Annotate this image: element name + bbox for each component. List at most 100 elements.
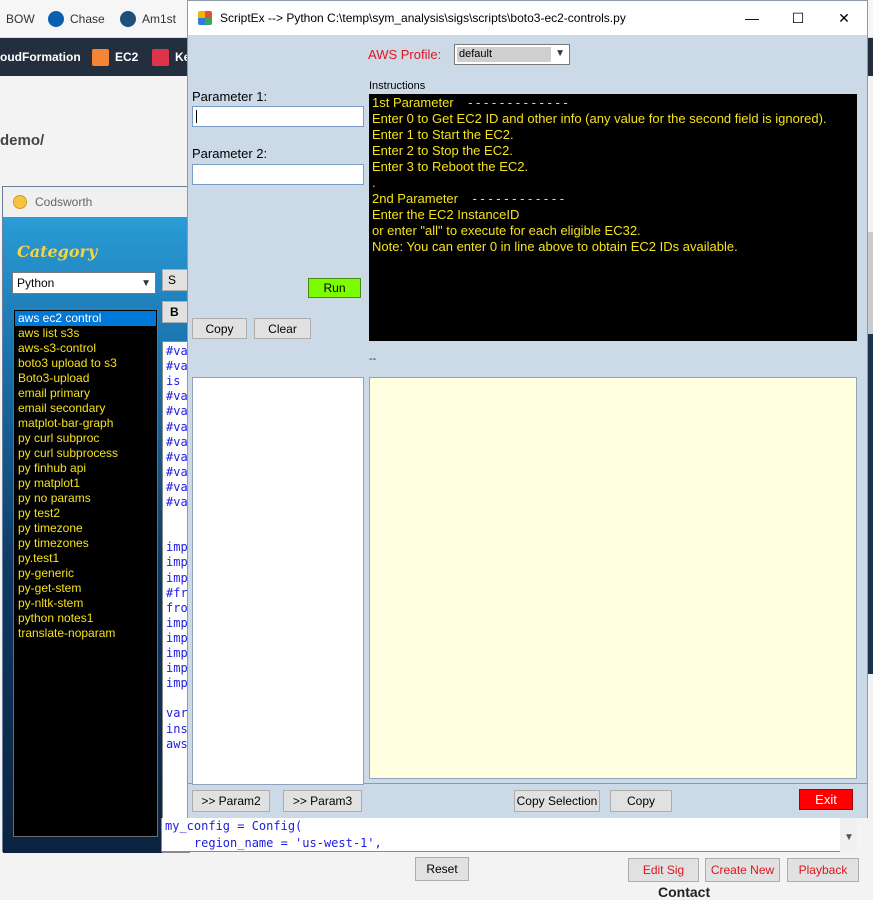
instruction-line: 1st Parameter - - - - - - - - - - - - -	[372, 95, 568, 110]
playback-label: Playback	[798, 863, 848, 877]
nav-ec2[interactable]: EC2	[92, 48, 138, 66]
playback-button[interactable]: Playback	[787, 858, 859, 882]
bookmark-label: Chase	[70, 12, 105, 26]
code-line: #fr	[166, 585, 188, 600]
script-list-item[interactable]: matplot-bar-graph	[15, 416, 156, 431]
run-button[interactable]: Run	[308, 278, 361, 298]
category-value: Python	[17, 276, 55, 290]
copy-output-button[interactable]: Copy	[610, 790, 672, 812]
code-editor-visible-lines[interactable]: my_config = Config( region_name = 'us-we…	[161, 818, 857, 852]
code-line: #va	[166, 495, 188, 509]
script-list-item[interactable]: py curl subproc	[15, 431, 156, 446]
script-list-item[interactable]: Boto3-upload	[15, 371, 156, 386]
nav-cloudformation[interactable]: oudFormation	[0, 48, 81, 66]
side-button-b[interactable]: B	[162, 301, 190, 323]
chevron-down-icon: ▼	[555, 48, 565, 59]
script-list-item[interactable]: aws ec2 control	[15, 311, 156, 326]
instruction-line: Enter the EC2 InstanceID	[372, 207, 520, 222]
script-list-item[interactable]: email secondary	[15, 401, 156, 416]
clear-button[interactable]: Clear	[254, 318, 311, 339]
code-line: #va	[166, 449, 188, 464]
script-list-item[interactable]: aws-s3-control	[15, 341, 156, 356]
instruction-line: 2nd Parameter - - - - - - - - - - - -	[372, 191, 565, 206]
nav-ke[interactable]: Ke	[152, 48, 190, 66]
script-list[interactable]: aws ec2 control aws list s3s aws-s3-contro…	[13, 309, 158, 837]
parameter-1-input[interactable]	[192, 106, 364, 127]
create-new-button[interactable]: Create New	[705, 858, 780, 882]
instruction-line: Enter 3 to Reboot the EC2.	[372, 159, 529, 174]
script-list-item[interactable]: aws list s3s	[15, 326, 156, 341]
edit-sig-button[interactable]: Edit Sig	[628, 858, 699, 882]
code-line: imp	[166, 676, 188, 691]
script-list-item[interactable]: py-nltk-stem	[15, 596, 156, 611]
copy-label: Copy	[205, 321, 234, 336]
reset-label: Reset	[426, 862, 458, 876]
parameter-1-label: Parameter 1:	[192, 89, 268, 104]
script-list-item[interactable]: py test2	[15, 506, 156, 521]
code-line: fro	[166, 600, 188, 615]
status-dashes: --	[369, 353, 377, 365]
code-line: is	[166, 374, 181, 389]
script-list-item[interactable]: py curl subprocess	[15, 446, 156, 461]
side-button-s[interactable]: S	[162, 269, 190, 291]
category-label: Category	[17, 242, 98, 261]
text-caret	[196, 110, 197, 123]
exit-label: Exit	[815, 792, 837, 807]
script-list-item[interactable]: boto3 upload to s3	[15, 356, 156, 371]
code-line: #va	[166, 464, 188, 479]
chase-icon	[48, 11, 64, 27]
minimize-button[interactable]: —	[729, 1, 775, 35]
script-list-item[interactable]: py timezones	[15, 536, 156, 551]
codsworth-title: Codsworth	[35, 195, 93, 209]
code-line: my_config = Config(	[165, 819, 303, 833]
bookmark-bow[interactable]: BOW	[6, 10, 35, 28]
nav-label: EC2	[115, 50, 139, 64]
code-scrollbar[interactable]: ▼	[840, 818, 857, 852]
code-line: #va	[166, 419, 188, 434]
codsworth-titlebar[interactable]: Codsworth	[3, 187, 189, 217]
instruction-line: .	[372, 175, 376, 190]
bookmark-label: BOW	[6, 12, 35, 26]
reset-button[interactable]: Reset	[415, 857, 469, 881]
instruction-line: Enter 2 to Stop the EC2.	[372, 143, 513, 158]
code-editor[interactable]: #va #va is #va #va #va #va #va #va #va #va imp imp im…	[162, 341, 190, 853]
code-line: #va	[166, 434, 188, 449]
param2-button[interactable]: >> Param2	[192, 790, 270, 812]
script-list-item[interactable]: py finhub api	[15, 461, 156, 476]
param3-button[interactable]: >> Param3	[283, 790, 362, 812]
script-list-item[interactable]: python notes1	[15, 611, 156, 626]
copy-selection-button[interactable]: Copy Selection	[514, 790, 600, 812]
footer-contact-link[interactable]: Contact	[658, 884, 710, 900]
scriptex-window: ScriptEx --> Python C:\temp\sym_analysis…	[187, 0, 868, 812]
script-list-item[interactable]: py no params	[15, 491, 156, 506]
script-list-item[interactable]: py matplot1	[15, 476, 156, 491]
code-line: aws	[166, 736, 188, 751]
params-history-box[interactable]	[192, 377, 364, 785]
instruction-line: Enter 0 to Get EC2 ID and other info (an…	[372, 111, 827, 126]
code-line: #va	[166, 389, 188, 404]
parameter-2-input[interactable]	[192, 164, 364, 185]
bookmark-am1st[interactable]: Am1st	[120, 10, 176, 28]
scriptex-title: ScriptEx --> Python C:\temp\sym_analysis…	[220, 11, 626, 25]
maximize-button[interactable]: ☐	[775, 1, 821, 35]
copy-params-button[interactable]: Copy	[192, 318, 247, 339]
nav-label: oudFormation	[0, 50, 81, 64]
edit-sig-label: Edit Sig	[642, 863, 685, 877]
ec2-icon	[92, 48, 109, 66]
code-line: imp	[166, 630, 188, 645]
script-list-item[interactable]: email primary	[15, 386, 156, 401]
code-line: imp	[166, 646, 188, 660]
bookmark-chase[interactable]: Chase	[48, 10, 105, 28]
script-list-item[interactable]: py-get-stem	[15, 581, 156, 596]
exit-button[interactable]: Exit	[799, 789, 853, 810]
aws-profile-select[interactable]: default ▼	[454, 44, 570, 65]
category-select[interactable]: Python ▼	[12, 272, 156, 294]
output-box[interactable]	[369, 377, 857, 779]
bookmark-label: Am1st	[142, 12, 177, 26]
close-button[interactable]: ✕	[821, 1, 867, 35]
parameter-2-label: Parameter 2:	[192, 146, 268, 161]
script-list-item[interactable]: py.test1	[15, 551, 156, 566]
script-list-item[interactable]: py timezone	[15, 521, 156, 536]
script-list-item[interactable]: py-generic	[15, 566, 156, 581]
script-list-item[interactable]: translate-noparam	[15, 626, 156, 641]
